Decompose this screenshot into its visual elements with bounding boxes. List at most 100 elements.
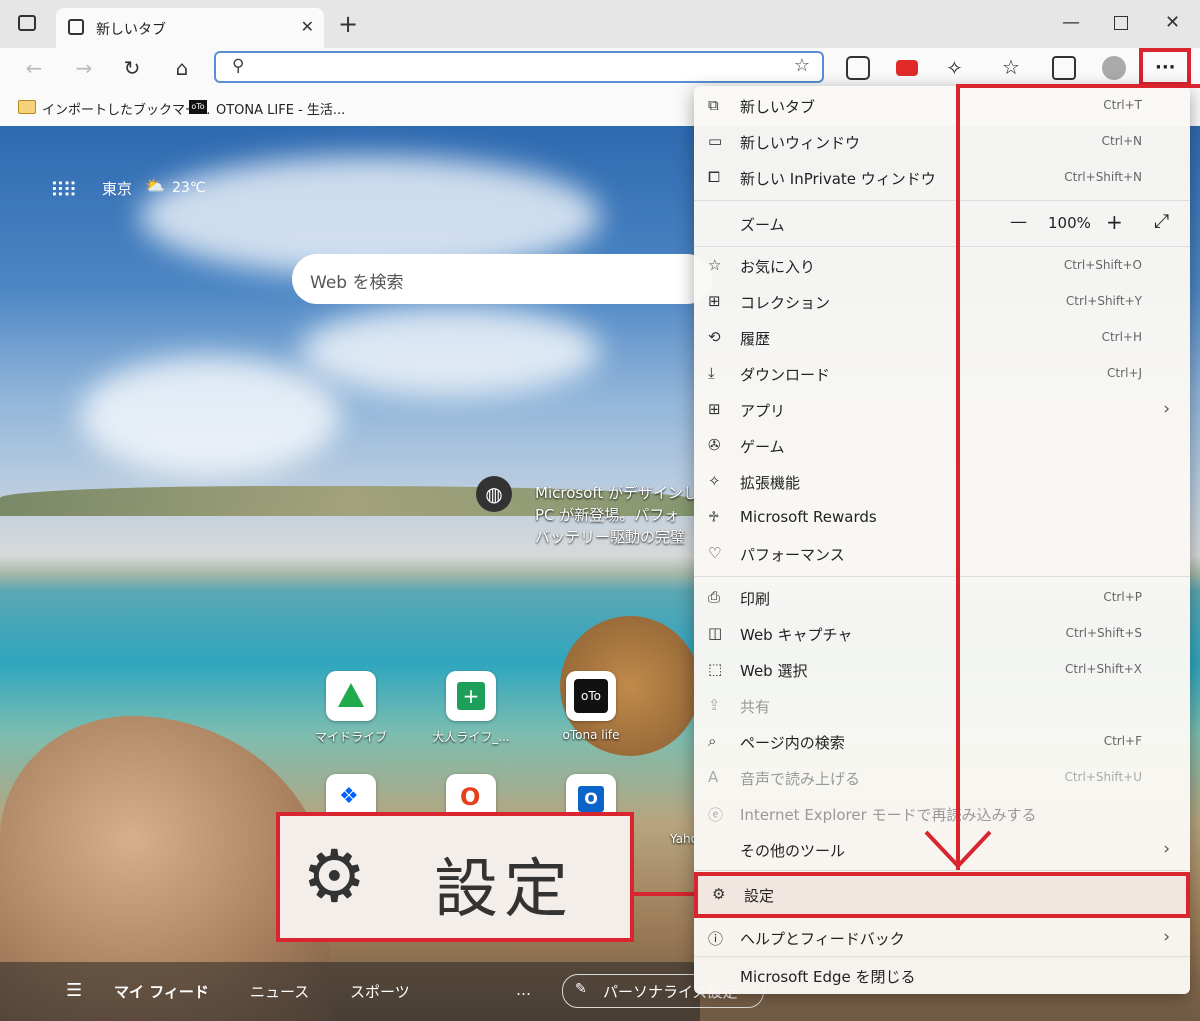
menu-label: Microsoft Edge を閉じる — [740, 968, 916, 986]
menu-label: Web キャプチャ — [740, 626, 853, 644]
menu-item-history[interactable]: ⟲ 履歴 Ctrl+H — [694, 320, 1190, 356]
promo-text[interactable]: Microsoft がデザインし PC が新登場。パフォ バッテリー駆動の完璧 — [535, 482, 695, 548]
tile-otona[interactable]: oTo — [566, 671, 616, 721]
otona-icon: oTo — [574, 679, 608, 713]
fullscreen-button[interactable]: ⤢ — [1154, 210, 1169, 232]
menu-item-help[interactable]: ⓘ ヘルプとフィードバック › — [694, 920, 1190, 956]
chevron-right-icon: › — [1163, 839, 1170, 859]
print-icon: ⎙ — [708, 588, 721, 606]
menu-shortcut: Ctrl+Shift+X — [1065, 662, 1142, 676]
menu-label: ゲーム — [740, 438, 785, 456]
menu-item-web-capture[interactable]: ◫ Web キャプチャ Ctrl+Shift+S — [694, 616, 1190, 652]
new-tab-button[interactable]: + — [338, 10, 358, 38]
menu-label: ページ内の検索 — [740, 734, 845, 752]
close-tab-icon[interactable]: ✕ — [301, 17, 314, 36]
favorites-toolbar-icon[interactable]: ☆ — [1002, 55, 1020, 79]
menu-shortcut: Ctrl+J — [1107, 366, 1142, 380]
menu-shortcut: Ctrl+H — [1101, 330, 1142, 344]
tab-actions-icon[interactable] — [18, 15, 36, 31]
pencil-icon: ✎ — [575, 981, 587, 997]
bookmark-imported[interactable]: インポートしたブックマー... — [42, 99, 210, 118]
inprivate-icon: ⧠ — [708, 168, 721, 186]
profile-avatar[interactable] — [1102, 56, 1126, 80]
feed-tab-news[interactable]: ニュース — [250, 981, 309, 1002]
feed-tab-sports[interactable]: スポーツ — [350, 981, 410, 1002]
add-favorite-icon[interactable]: ☆ — [794, 55, 810, 76]
annotation-arrow-icon — [924, 830, 992, 869]
tile-sheets[interactable]: + — [446, 671, 496, 721]
menu-item-web-select[interactable]: ⬚ Web 選択 Ctrl+Shift+X — [694, 652, 1190, 688]
tile-google-drive[interactable] — [326, 671, 376, 721]
office-icon: O — [460, 783, 481, 811]
menu-item-zoom: ズーム — 100% + ⤢ — [694, 204, 1190, 244]
more-icon: ··· — [1155, 57, 1176, 78]
menu-label: 拡張機能 — [740, 474, 801, 492]
menu-item-extensions[interactable]: ✧ 拡張機能 — [694, 464, 1190, 500]
download-icon: ⤓ — [708, 364, 715, 382]
menu-item-close-edge[interactable]: Microsoft Edge を閉じる — [694, 958, 1190, 994]
feed-tab-my-feed[interactable]: マイ フィード — [114, 981, 209, 1002]
maximize-button[interactable] — [1114, 16, 1128, 30]
forward-button[interactable]: → — [70, 56, 98, 82]
settings-and-more-button[interactable]: ··· — [1139, 48, 1191, 86]
ie-mode-icon: ⓔ — [708, 806, 724, 824]
settings-gear-large-icon: ⚙ — [302, 834, 367, 918]
weather-icon: ⛅ — [145, 176, 165, 195]
menu-item-collections[interactable]: ⊞ コレクション Ctrl+Shift+Y — [694, 284, 1190, 320]
menu-label: 新しいウィンドウ — [740, 134, 861, 152]
menu-label: 新しい InPrivate ウィンドウ — [740, 170, 936, 188]
menu-icon[interactable]: ☰ — [66, 980, 82, 1001]
zoom-in-button[interactable]: + — [1106, 210, 1123, 234]
menu-item-downloads[interactable]: ⤓ ダウンロード Ctrl+J — [694, 356, 1190, 392]
globe-icon[interactable]: ◍ — [476, 476, 512, 512]
read-aloud-icon: A — [708, 768, 719, 786]
minimize-button[interactable]: — — [1062, 12, 1080, 33]
menu-item-new-tab[interactable]: ⧉ 新しいタブ Ctrl+T — [694, 88, 1190, 124]
menu-item-performance[interactable]: ♡ パフォーマンス — [694, 536, 1190, 572]
menu-item-games[interactable]: ✇ ゲーム — [694, 428, 1190, 464]
menu-item-apps[interactable]: ⊞ アプリ › — [694, 392, 1190, 428]
home-button[interactable]: ⌂ — [168, 56, 196, 82]
menu-label: ヘルプとフィードバック — [740, 930, 905, 948]
help-icon: ⓘ — [708, 930, 724, 948]
menu-shortcut: Ctrl+P — [1103, 590, 1142, 604]
menu-shortcut: Ctrl+Shift+Y — [1065, 294, 1142, 308]
history-icon: ⟲ — [708, 328, 721, 346]
menu-item-find[interactable]: ⌕ ページ内の検索 Ctrl+F — [694, 724, 1190, 760]
sheets-icon: + — [457, 682, 485, 710]
apps-icon: ⊞ — [708, 400, 721, 418]
weather-city[interactable]: 東京 — [102, 178, 132, 199]
menu-label: お気に入り — [740, 258, 816, 276]
menu-item-inprivate[interactable]: ⧠ 新しい InPrivate ウィンドウ Ctrl+Shift+N — [694, 160, 1190, 196]
menu-shortcut: Ctrl+Shift+O — [1063, 258, 1142, 272]
zoom-out-button[interactable]: — — [1010, 212, 1027, 232]
bookmark-otona[interactable]: OTONA LIFE - 生活... — [216, 99, 345, 118]
menu-item-print[interactable]: ⎙ 印刷 Ctrl+P — [694, 580, 1190, 616]
newtab-icon — [68, 19, 84, 35]
collections-toolbar-icon[interactable] — [1052, 56, 1076, 80]
title-bar: 新しいタブ ✕ + — ✕ — [0, 0, 1200, 48]
more-feeds-button[interactable]: … — [516, 981, 531, 999]
zoom-value: 100% — [1048, 214, 1091, 232]
new-window-icon: ▭ — [708, 132, 723, 150]
password-icon[interactable] — [846, 56, 870, 80]
refresh-button[interactable]: ↻ — [118, 56, 146, 82]
extensions-toolbar-icon[interactable]: ✧ — [946, 56, 963, 80]
back-button[interactable]: ← — [20, 56, 48, 82]
menu-shortcut: Ctrl+Shift+S — [1065, 626, 1142, 640]
menu-item-new-window[interactable]: ▭ 新しいウィンドウ Ctrl+N — [694, 124, 1190, 160]
address-bar[interactable]: ⚲ ☆ — [214, 51, 824, 83]
menu-item-favorites[interactable]: ☆ お気に入り Ctrl+Shift+O — [694, 248, 1190, 284]
menu-item-settings[interactable]: ⚙ 設定 — [694, 872, 1190, 918]
callout-connector — [630, 892, 694, 896]
web-search-box[interactable]: Web を検索 — [292, 254, 712, 304]
menu-shortcut: Ctrl+Shift+N — [1064, 170, 1142, 184]
apps-grid-icon[interactable]: ⠿⠿ — [50, 178, 77, 202]
video-extension-icon[interactable] — [896, 60, 918, 76]
menu-item-rewards[interactable]: ♱ Microsoft Rewards — [694, 500, 1190, 536]
close-window-button[interactable]: ✕ — [1165, 12, 1180, 33]
tab-new-tab[interactable]: 新しいタブ ✕ — [56, 8, 324, 48]
menu-item-read-aloud[interactable]: A 音声で読み上げる Ctrl+Shift+U — [694, 760, 1190, 796]
menu-item-share[interactable]: ⇪ 共有 — [694, 688, 1190, 724]
tile-label: マイドライブ — [314, 730, 387, 744]
